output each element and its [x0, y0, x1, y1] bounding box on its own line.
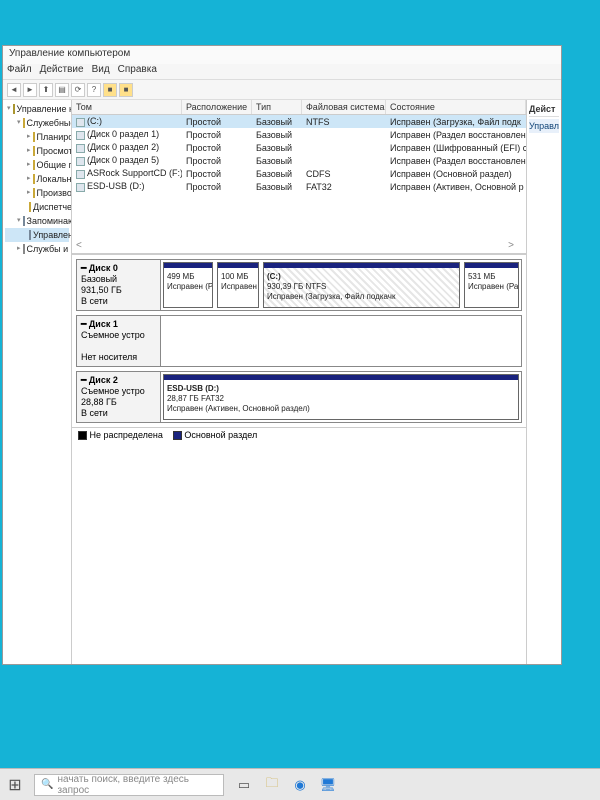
volume-icon [76, 157, 85, 166]
table-row[interactable]: (Диск 0 раздел 5) Простой Базовый Исправ… [72, 154, 526, 167]
disk0-partition-1[interactable]: 499 МБИсправен (Раз [163, 262, 213, 308]
edge-icon[interactable]: ◉ [292, 777, 308, 793]
disk-0-info: ━ Диск 0 Базовый 931,50 ГБ В сети [77, 260, 161, 310]
perf-icon [33, 188, 35, 198]
tree-disk-management[interactable]: Управление дисками [33, 228, 72, 242]
folder-icon [23, 118, 25, 128]
col-status[interactable]: Состояние [386, 100, 526, 114]
computer-management-window: Управление компьютером Файл Действие Вид… [2, 45, 562, 665]
services-icon [23, 244, 25, 254]
taskbar-search[interactable]: 🔍 начать поиск, введите здесь запрос [34, 774, 224, 796]
tree-services[interactable]: Службы и приложения [27, 242, 72, 256]
toolbar: ◄ ► ⬆ ▤ ⟳ ? ■ ■ [3, 80, 561, 100]
tree-system-tools[interactable]: Служебные программы [27, 116, 72, 130]
diskmgmt-icon [29, 230, 31, 240]
toolbar-up-icon[interactable]: ⬆ [39, 83, 53, 97]
actions-item[interactable]: Управл [529, 119, 559, 133]
volume-icon [76, 131, 85, 140]
task-view-icon[interactable]: ▭ [236, 777, 252, 793]
col-layout[interactable]: Расположение [182, 100, 252, 114]
disk-1[interactable]: ━ Диск 1 Съемное устро Нет носителя [76, 315, 522, 367]
menu-action[interactable]: Действие [40, 64, 84, 79]
volume-list[interactable]: Том Расположение Тип Файловая система Со… [72, 100, 526, 255]
tree-shared-folders[interactable]: Общие папки [37, 158, 72, 172]
toolbar-back-icon[interactable]: ◄ [7, 83, 21, 97]
scheduler-icon [33, 132, 35, 142]
horizontal-scrollbar[interactable]: <> [76, 240, 514, 251]
tree-event-viewer[interactable]: Просмотр событий [37, 144, 72, 158]
shared-icon [33, 160, 35, 170]
disk-1-info: ━ Диск 1 Съемное устро Нет носителя [77, 316, 161, 366]
tree-performance[interactable]: Производительность [37, 186, 72, 200]
search-placeholder: начать поиск, введите здесь запрос [57, 774, 217, 796]
users-icon [33, 174, 35, 184]
main-content: Том Расположение Тип Файловая система Со… [72, 100, 526, 664]
menu-view[interactable]: Вид [92, 64, 110, 79]
computer-icon [13, 104, 15, 114]
menu-file[interactable]: Файл [7, 64, 32, 79]
compmgmt-icon[interactable]: 🖥 [320, 777, 336, 793]
menu-help[interactable]: Справка [118, 64, 157, 79]
disk2-partition-esd[interactable]: ESD-USB (D:)28,87 ГБ FAT32Исправен (Акти… [163, 374, 519, 420]
col-volume[interactable]: Том [72, 100, 182, 114]
toolbar-fwd-icon[interactable]: ► [23, 83, 37, 97]
table-row[interactable]: (Диск 0 раздел 1) Простой Базовый Исправ… [72, 128, 526, 141]
menubar: Файл Действие Вид Справка [3, 64, 561, 80]
legend: Не распределена Основной раздел [72, 427, 526, 442]
legend-unallocated-swatch [78, 431, 87, 440]
col-type[interactable]: Тип [252, 100, 302, 114]
search-icon: 🔍 [41, 779, 53, 790]
tree-scheduler[interactable]: Планировщик заданий [37, 130, 72, 144]
tree-device-manager[interactable]: Диспетчер устройств [33, 200, 72, 214]
table-row[interactable]: ASRock SupportCD (F:) Простой Базовый CD… [72, 167, 526, 180]
disk0-partition-c[interactable]: (C:)930,39 ГБ NTFSИсправен (Загрузка, Фа… [263, 262, 460, 308]
disk-2[interactable]: ━ Диск 2 Съемное устро 28,88 ГБ В сети E… [76, 371, 522, 423]
nav-tree[interactable]: ▾Управление компьютером (л ▾Служебные пр… [3, 100, 72, 664]
col-fs[interactable]: Файловая система [302, 100, 386, 114]
disk-0[interactable]: ━ Диск 0 Базовый 931,50 ГБ В сети 499 МБ… [76, 259, 522, 311]
devmgr-icon [29, 202, 31, 212]
toolbar-refresh-icon[interactable]: ⟳ [71, 83, 85, 97]
legend-primary-swatch [173, 431, 182, 440]
tree-storage[interactable]: Запоминающие устройст [27, 214, 72, 228]
toolbar-props-icon[interactable]: ▤ [55, 83, 69, 97]
start-button[interactable]: ⊞ [0, 769, 30, 800]
tree-root[interactable]: Управление компьютером (л [17, 102, 72, 116]
tree-local-users[interactable]: Локальные пользова [37, 172, 72, 186]
disk-2-info: ━ Диск 2 Съемное устро 28,88 ГБ В сети [77, 372, 161, 422]
window-title: Управление компьютером [3, 46, 561, 64]
actions-header: Дейст [529, 102, 559, 117]
volume-icon [76, 118, 85, 127]
table-row[interactable]: ESD-USB (D:) Простой Базовый FAT32 Испра… [72, 180, 526, 193]
actions-panel: Дейст Управл [526, 100, 561, 664]
usb-icon [76, 183, 85, 192]
storage-icon [23, 216, 25, 226]
toolbar-help-icon[interactable]: ? [87, 83, 101, 97]
taskbar: ⊞ 🔍 начать поиск, введите здесь запрос ▭… [0, 768, 600, 800]
disk0-partition-2[interactable]: 100 МБИсправен [217, 262, 259, 308]
toolbar-extra1-icon[interactable]: ■ [103, 83, 117, 97]
disk0-partition-4[interactable]: 531 МБИсправен (Раз, [464, 262, 519, 308]
disk-graphic-view[interactable]: ━ Диск 0 Базовый 931,50 ГБ В сети 499 МБ… [72, 255, 526, 664]
eventvwr-icon [33, 146, 35, 156]
table-row[interactable]: (C:) Простой Базовый NTFS Исправен (Загр… [72, 115, 526, 128]
toolbar-extra2-icon[interactable]: ■ [119, 83, 133, 97]
volume-icon [76, 144, 85, 153]
explorer-icon[interactable]: 🗀 [264, 777, 280, 793]
table-row[interactable]: (Диск 0 раздел 2) Простой Базовый Исправ… [72, 141, 526, 154]
cd-icon [76, 170, 85, 179]
